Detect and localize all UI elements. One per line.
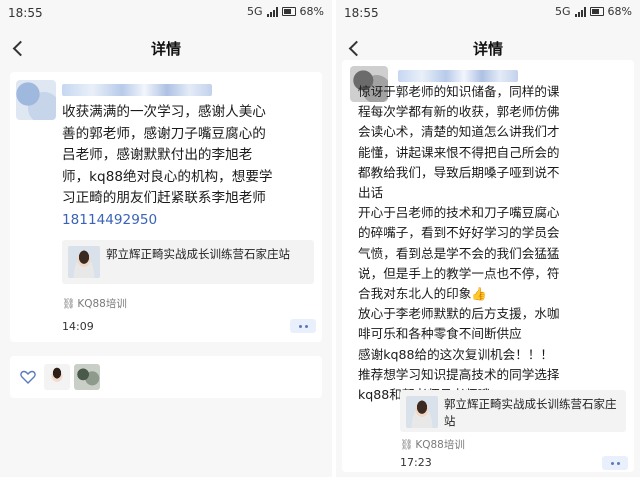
status-indicators: 5G 68% <box>555 5 632 18</box>
source-label: KQ88培训 <box>77 298 127 310</box>
status-time: 18:55 <box>8 6 43 20</box>
nav-bar: 详情 <box>0 26 332 70</box>
link-icon: ⛓ <box>62 298 76 310</box>
status-bar: 18:55 5G 68% <box>0 0 332 26</box>
phone-number: 18114492950 <box>62 211 158 228</box>
avatar[interactable] <box>16 80 56 120</box>
post-time: 17:23 <box>400 456 432 469</box>
post-line: 吕老师，感谢默默付出的李旭老 <box>62 147 253 163</box>
more-dots-icon[interactable] <box>290 319 316 333</box>
post-line: 都教给我们，导致后期嗓子哑到说不 <box>358 164 560 180</box>
right-screen: 18:55 5G 68% 详情 惊讶于郭老师的知识储备，同样的课 程每次学都有新… <box>336 0 640 477</box>
link-title: 郭立辉正畸实战成长训练营石家庄站 <box>106 247 290 261</box>
post-time: 14:09 <box>62 320 94 333</box>
page-title: 详情 <box>150 40 181 58</box>
signal-icon <box>266 6 278 17</box>
post-line: 说，但是手上的教学一点也不停，符 <box>358 265 560 281</box>
link-card[interactable]: 郭立辉正畸实战成长训练营石家庄站 <box>400 390 626 432</box>
post-line: 感谢kq88给的这次复训机会！！！ <box>358 346 554 362</box>
network-label: 5G <box>247 5 263 18</box>
battery-level: 68% <box>299 5 324 18</box>
post-line: 放心于李老师默默的后方支援，水咖 <box>358 306 560 322</box>
heart-outline-icon[interactable] <box>20 370 36 384</box>
likes-bar <box>10 356 322 398</box>
post-line: 程每次学都有新的收获，郭老师仿佛 <box>358 104 560 120</box>
network-label: 5G <box>555 5 571 18</box>
status-indicators: 5G 68% <box>247 5 324 18</box>
post-line: 的碎嘴子，看到不好好学习的学员会 <box>358 225 560 241</box>
author-name-blurred[interactable] <box>398 70 518 82</box>
post-content: 收获满满的一次学习，感谢人美心 善的郭老师，感谢刀子嘴豆腐心的 吕老师，感谢默默… <box>62 102 314 231</box>
post-line: 推荐想学习知识提高技术的同学选择 <box>358 366 560 382</box>
source-tag[interactable]: ⛓ KQ88培训 <box>400 437 465 452</box>
post-line: 能懂，讲起课来恨不得把自己所会的 <box>358 144 560 160</box>
link-card[interactable]: 郭立辉正畸实战成长训练营石家庄站 <box>62 240 314 284</box>
post-line: 师，kq88绝对良心的机构，想要学 <box>62 168 273 185</box>
post-line: 开心于吕老师的技术和刀子嘴豆腐心 <box>358 205 560 221</box>
moment-post: 收获满满的一次学习，感谢人美心 善的郭老师，感谢刀子嘴豆腐心的 吕老师，感谢默默… <box>10 72 322 342</box>
post-line: 啡可乐和各种零食不间断供应 <box>358 326 522 342</box>
signal-icon <box>574 6 586 17</box>
battery-icon <box>281 7 296 16</box>
status-time: 18:55 <box>344 6 379 20</box>
source-tag[interactable]: ⛓ KQ88培训 <box>62 296 127 311</box>
link-thumbnail <box>68 246 100 278</box>
post-line: 习正畸的朋友们赶紧联系李旭老师 <box>62 190 266 206</box>
link-icon: ⛓ <box>400 439 414 451</box>
link-title: 郭立辉正畸实战成长训练营石家庄站 <box>444 397 617 428</box>
battery-icon <box>589 7 604 16</box>
post-line: 气愤，看到总是学不会的我们会猛猛 <box>358 245 560 261</box>
post-line: 合我对东北人的印象👍 <box>358 286 488 302</box>
post-line: 惊讶于郭老师的知识储备，同样的课 <box>358 84 560 99</box>
moment-post: 惊讶于郭老师的知识储备，同样的课 程每次学都有新的收获，郭老师仿佛 会读心术，清… <box>342 60 634 472</box>
post-line: 会读心术，清楚的知道怎么讲我们才 <box>358 124 560 140</box>
post-line: 收获满满的一次学习，感谢人美心 <box>62 104 266 120</box>
post-content: 惊讶于郭老师的知识储备，同样的课 程每次学都有新的收获，郭老师仿佛 会读心术，清… <box>358 82 630 405</box>
liker-avatar[interactable] <box>44 364 70 390</box>
battery-level: 68% <box>607 5 632 18</box>
page-title: 详情 <box>472 40 503 58</box>
status-bar: 18:55 5G 68% <box>336 0 640 26</box>
liker-avatar[interactable] <box>74 364 100 390</box>
author-name-blurred[interactable] <box>62 84 212 96</box>
more-dots-icon[interactable] <box>602 456 628 470</box>
source-label: KQ88培训 <box>415 439 465 451</box>
post-line: 出话 <box>358 185 384 201</box>
link-thumbnail <box>406 396 438 428</box>
post-line: 善的郭老师，感谢刀子嘴豆腐心的 <box>62 125 266 142</box>
left-screen: 18:55 5G 68% 详情 收获满满的一次学习，感谢人美心 善的郭老师，感谢… <box>0 0 332 477</box>
